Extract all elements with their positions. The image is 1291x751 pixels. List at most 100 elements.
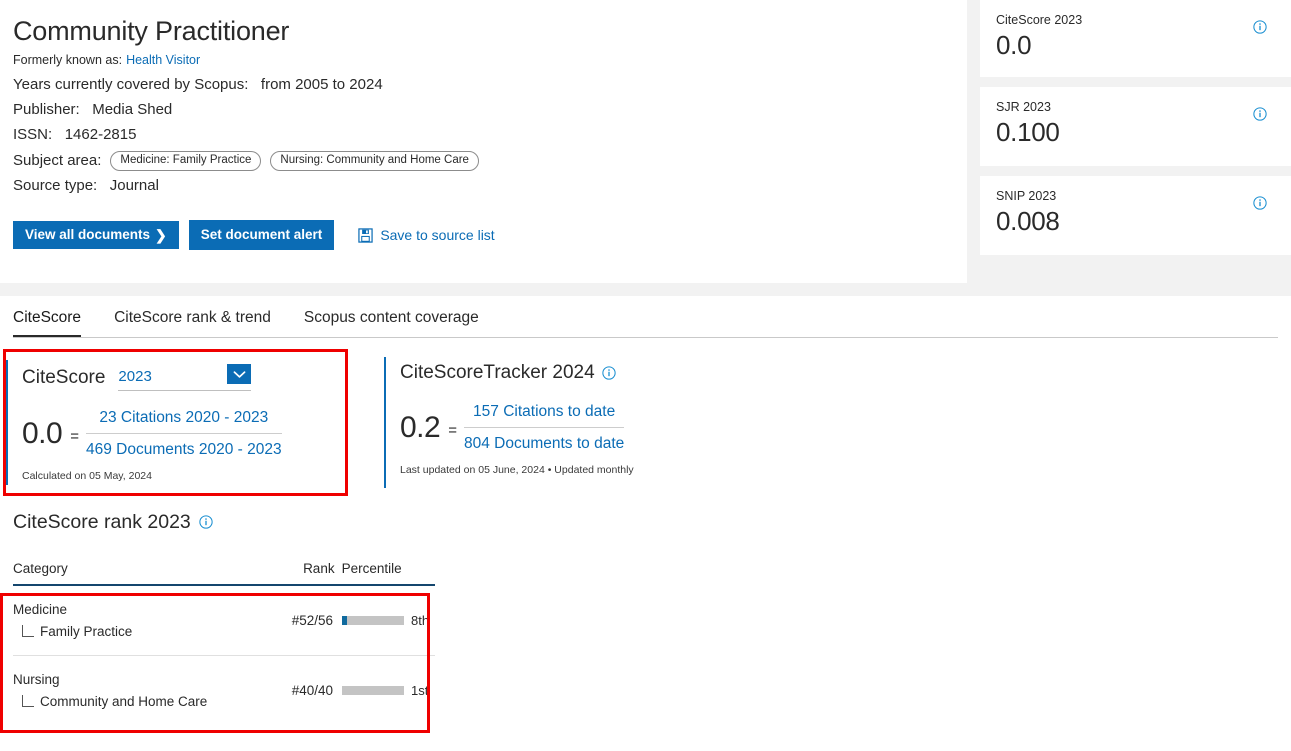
citescore-documents-link[interactable]: 469 Documents 2020 - 2023 bbox=[86, 434, 282, 462]
subject-area-label: Subject area: bbox=[13, 152, 102, 169]
page-header-region: Community Practitioner Formerly known as… bbox=[0, 0, 1291, 296]
subcategory-row: Family Practice bbox=[13, 622, 286, 642]
set-document-alert-button[interactable]: Set document alert bbox=[188, 220, 335, 250]
citescore-fraction: 23 Citations 2020 - 2023 469 Documents 2… bbox=[85, 405, 282, 462]
citescore-rank-section: CiteScore rank 2023 Category Rank Percen… bbox=[0, 509, 1291, 733]
view-all-documents-label: View all documents bbox=[25, 227, 151, 242]
rank-value: #52/56 bbox=[291, 613, 334, 628]
tracker-fraction-row: 0.2 = 157 Citations to date 804 Document… bbox=[400, 399, 714, 456]
issn-value: 1462-2815 bbox=[64, 126, 137, 143]
column-header-rank: Rank bbox=[303, 561, 335, 576]
citescore-value: 0.0 bbox=[22, 416, 63, 450]
column-header-category: Category bbox=[13, 561, 68, 576]
score-panels-region: CiteScore 2023 0.0 = 23 Citations 2020 -… bbox=[0, 349, 1291, 499]
citescore-year-select[interactable]: 2023 bbox=[118, 364, 252, 391]
info-icon[interactable] bbox=[1253, 20, 1267, 34]
tree-branch-icon bbox=[22, 694, 34, 707]
chevron-down-icon[interactable] bbox=[227, 364, 252, 384]
rank-table: Category Rank Percentile Medicine Family… bbox=[0, 561, 435, 733]
years-covered-line: Years currently covered by Scopus: from … bbox=[13, 72, 967, 97]
citescore-tracker-panel-wrap: CiteScoreTracker 2024 0.2 = 157 Citation… bbox=[384, 349, 714, 496]
tree-branch-icon bbox=[22, 624, 34, 637]
subcategory-name: Community and Home Care bbox=[40, 693, 208, 709]
tracker-documents-link[interactable]: 804 Documents to date bbox=[464, 428, 624, 456]
citescore-tracker-panel: CiteScoreTracker 2024 0.2 = 157 Citation… bbox=[384, 349, 714, 496]
category-cell: Nursing Community and Home Care bbox=[13, 670, 286, 712]
rank-title-row: CiteScore rank 2023 bbox=[13, 509, 1291, 535]
tab-citescore-rank-and-trend[interactable]: CiteScore rank & trend bbox=[114, 308, 271, 338]
citescore-panel-highlight-box: CiteScore 2023 0.0 = 23 Citations 2020 -… bbox=[3, 349, 348, 496]
percentile-label: 1st bbox=[411, 683, 429, 698]
tracker-value: 0.2 bbox=[400, 410, 441, 444]
formerly-known-as-label: Formerly known as: bbox=[13, 53, 123, 67]
metric-label-snip: SNIP 2023 bbox=[996, 189, 1057, 203]
citescore-citations-link[interactable]: 23 Citations 2020 - 2023 bbox=[85, 405, 282, 434]
metric-value-sjr: 0.100 bbox=[996, 117, 1060, 147]
source-info-panel: Community Practitioner Formerly known as… bbox=[0, 0, 967, 283]
info-icon[interactable] bbox=[199, 515, 213, 529]
publisher-line: Publisher: Media Shed bbox=[13, 97, 967, 122]
percentile-bar bbox=[342, 616, 405, 625]
metric-value-snip: 0.008 bbox=[996, 206, 1060, 236]
column-header-percentile: Percentile bbox=[341, 561, 402, 576]
percentile-cell: 1st bbox=[333, 683, 435, 698]
info-icon[interactable] bbox=[1253, 196, 1267, 210]
metrics-sidebar: CiteScore 2023 0.0 SJR 2023 0.100 SNIP 2… bbox=[980, 0, 1291, 265]
subject-area-chip-nursing[interactable]: Nursing: Community and Home Care bbox=[270, 150, 479, 171]
citescore-panel-header: CiteScore 2023 bbox=[22, 364, 345, 391]
percentile-bar-fill bbox=[342, 616, 347, 625]
source-type-value: Journal bbox=[109, 177, 159, 194]
metric-label-sjr: SJR 2023 bbox=[996, 100, 1051, 114]
tracker-updated-note: Last updated on 05 June, 2024 • Updated … bbox=[400, 464, 634, 476]
action-button-row: View all documents ❯ Set document alert … bbox=[13, 220, 967, 250]
table-row: Nursing Community and Home Care #40/40 1… bbox=[13, 656, 435, 725]
tabs-underline bbox=[13, 337, 1278, 338]
publisher-value: Media Shed bbox=[92, 101, 173, 118]
subject-area-chip-medicine[interactable]: Medicine: Family Practice bbox=[110, 150, 262, 171]
metric-value-citescore: 0.0 bbox=[996, 30, 1032, 60]
years-covered-value: from 2005 to 2024 bbox=[260, 76, 383, 93]
chevron-right-icon: ❯ bbox=[155, 227, 167, 243]
tracker-fraction: 157 Citations to date 804 Documents to d… bbox=[463, 399, 625, 456]
percentile-label: 8th bbox=[411, 613, 430, 628]
info-icon[interactable] bbox=[602, 366, 616, 380]
category-name: Medicine bbox=[13, 601, 68, 617]
tabs-bar: CiteScore CiteScore rank & trend Scopus … bbox=[0, 296, 1291, 338]
percentile-bar bbox=[342, 686, 405, 695]
view-all-documents-button[interactable]: View all documents ❯ bbox=[13, 221, 179, 249]
percentile-cell: 8th bbox=[333, 613, 435, 628]
table-row: Medicine Family Practice #52/56 8th bbox=[13, 586, 435, 656]
metric-card-citescore: CiteScore 2023 0.0 bbox=[980, 0, 1291, 77]
formerly-known-as-line: Formerly known as: Health Visitor bbox=[13, 50, 967, 71]
subcategory-row: Community and Home Care bbox=[13, 692, 286, 712]
rank-table-header: Category Rank Percentile bbox=[13, 561, 435, 586]
citescore-year-value: 2023 bbox=[118, 368, 152, 385]
issn-label: ISSN: bbox=[13, 126, 53, 143]
citescore-fraction-row: 0.0 = 23 Citations 2020 - 2023 469 Docum… bbox=[22, 405, 345, 462]
metric-card-sjr: SJR 2023 0.100 bbox=[980, 87, 1291, 166]
tracker-citations-link[interactable]: 157 Citations to date bbox=[463, 399, 625, 428]
publisher-label: Publisher: bbox=[13, 101, 80, 118]
page-title: Community Practitioner bbox=[13, 16, 290, 46]
citescore-heading: CiteScore bbox=[22, 366, 106, 388]
source-type-label: Source type: bbox=[13, 177, 98, 194]
tabs-list: CiteScore CiteScore rank & trend Scopus … bbox=[13, 296, 1291, 338]
citescore-tracker-heading: CiteScoreTracker 2024 bbox=[400, 362, 595, 383]
tab-scopus-content-coverage[interactable]: Scopus content coverage bbox=[304, 308, 479, 338]
save-to-source-list-button[interactable]: Save to source list bbox=[358, 227, 495, 243]
save-to-source-list-label: Save to source list bbox=[380, 227, 495, 243]
formerly-known-as-link[interactable]: Health Visitor bbox=[126, 53, 200, 67]
source-type-line: Source type: Journal bbox=[13, 173, 967, 198]
subcategory-name: Family Practice bbox=[40, 623, 133, 639]
tracker-equals-sign: = bbox=[448, 422, 457, 439]
category-cell: Medicine Family Practice bbox=[13, 600, 286, 642]
tab-citescore[interactable]: CiteScore bbox=[13, 308, 82, 338]
metric-card-snip: SNIP 2023 0.008 bbox=[980, 176, 1291, 255]
save-floppy-icon bbox=[358, 227, 373, 243]
rank-value: #40/40 bbox=[291, 683, 334, 698]
citescore-equals-sign: = bbox=[70, 428, 79, 445]
info-icon[interactable] bbox=[1253, 107, 1267, 121]
metric-label-citescore: CiteScore 2023 bbox=[996, 13, 1083, 27]
citescore-tracker-header: CiteScoreTracker 2024 bbox=[400, 361, 714, 385]
citescore-calculated-note: Calculated on 05 May, 2024 bbox=[22, 470, 152, 482]
